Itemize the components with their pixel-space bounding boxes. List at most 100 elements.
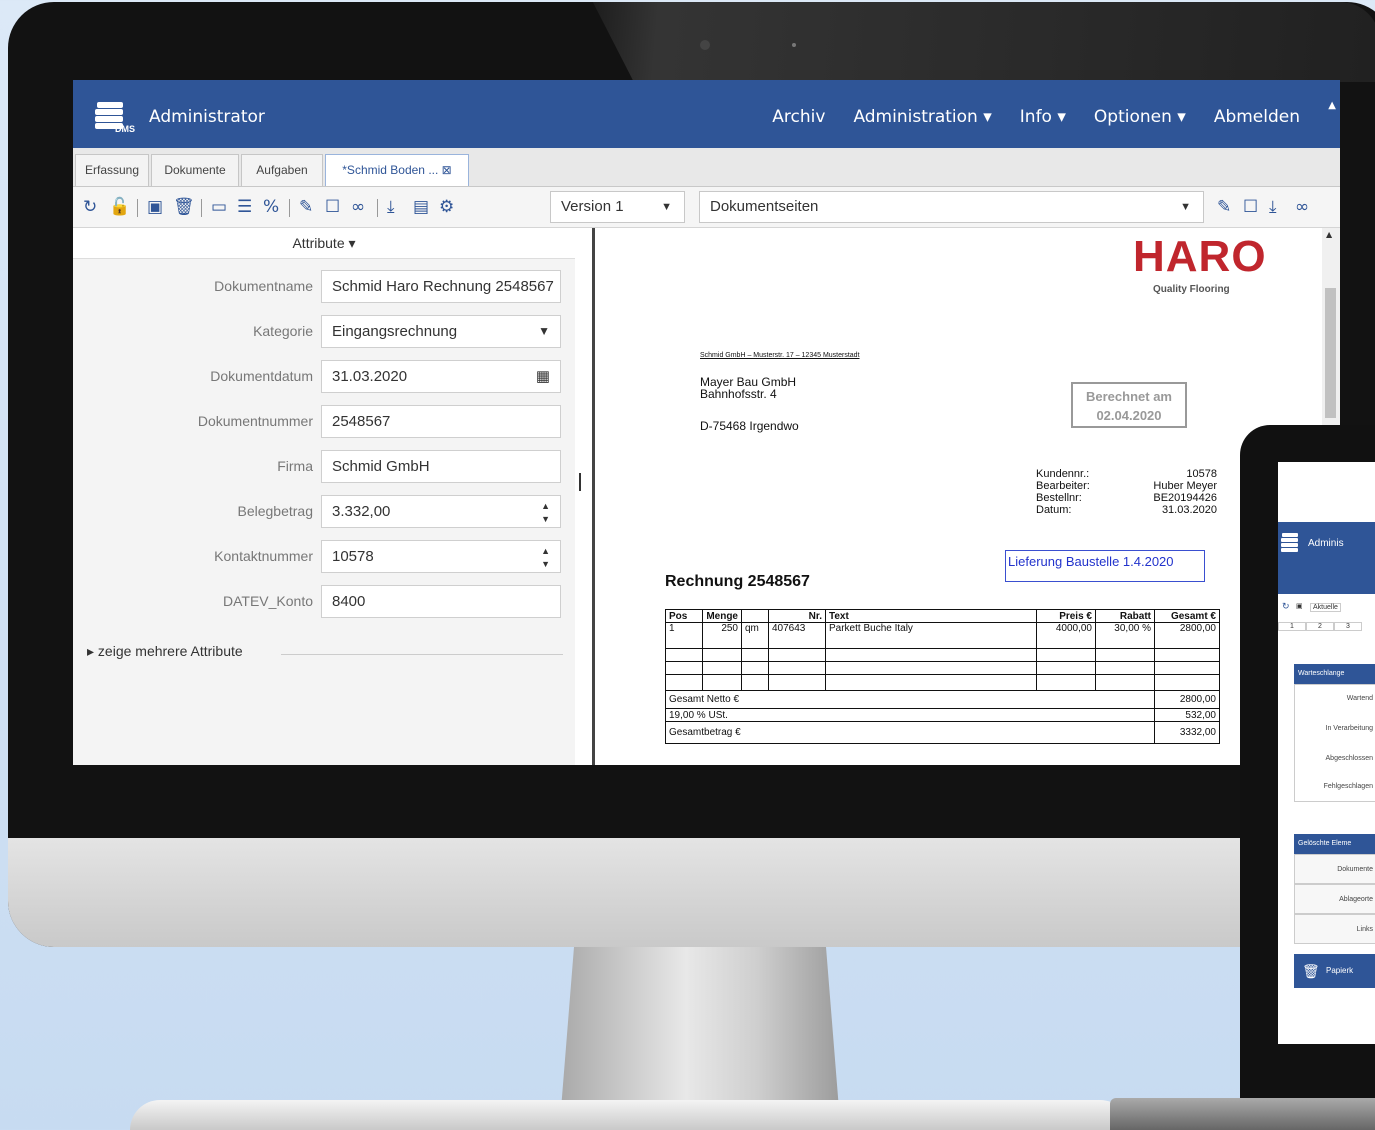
table-header — [741, 609, 769, 623]
meta-value: 31.03.2020 — [1161, 504, 1217, 516]
invoice-meta-labels: Kundennr.: Bearbeiter: Bestellnr: Datum: — [1036, 468, 1090, 516]
delete-icon[interactable]: 🗑 — [173, 197, 195, 217]
attach-icon[interactable]: ✎ — [299, 197, 313, 217]
bezel-reflection — [592, 2, 1375, 82]
deleted-group-header: Gelöschte Eleme — [1294, 834, 1375, 854]
settings-icon[interactable]: ⚙ — [439, 197, 454, 217]
nav-optionen[interactable]: Optionen ▾ — [1094, 107, 1186, 127]
haro-logo-subtitle: Quality Flooring — [1153, 284, 1230, 295]
table-row — [665, 674, 1220, 691]
tab-aufgaben[interactable]: Aufgaben — [241, 154, 323, 186]
meta-label: Bearbeiter: — [1036, 480, 1090, 492]
deleted-documents-row[interactable]: Dokumente — [1294, 854, 1375, 884]
document-viewer: HARO Quality Flooring Schmid GmbH – Must… — [592, 228, 1325, 765]
dokumentnummer-input[interactable]: 2548567 — [321, 405, 561, 438]
total-value: 532,00 — [1154, 708, 1220, 722]
firma-input[interactable]: Schmid GmbH — [321, 450, 561, 483]
attach-icon[interactable]: ✎ — [1217, 197, 1231, 217]
scroll-up-icon[interactable]: ▲ — [1326, 230, 1332, 239]
monitor-base — [130, 1100, 1130, 1130]
queue-item: Fehlgeschlagen — [1323, 783, 1373, 790]
version-select[interactable]: Version 1 ▼ — [550, 191, 685, 223]
note-icon[interactable]: ☐ — [1243, 197, 1258, 217]
save-icon[interactable]: ▣ — [1296, 602, 1303, 610]
table-header: Rabatt — [1095, 609, 1155, 623]
link-icon[interactable]: ∞ — [351, 197, 365, 217]
attributes-header[interactable]: Attribute ▾ — [73, 228, 575, 259]
invoice-meta-values: 10578 Huber Meyer BE20194426 31.03.2020 — [1125, 468, 1217, 516]
laptop-subbar — [1278, 568, 1375, 594]
top-navbar: DMS Administrator Archiv Administration … — [73, 80, 1340, 148]
nav-info[interactable]: Info ▾ — [1020, 107, 1066, 127]
tab-erfassung[interactable]: Erfassung — [75, 154, 149, 186]
delivery-note-annotation[interactable]: Lieferung Baustelle 1.4.2020 — [1005, 550, 1205, 582]
total-row: 19,00 % USt. 532,00 — [665, 708, 1220, 722]
stepper-icon[interactable]: ▲ ▼ — [541, 500, 550, 526]
svg-text:DMS: DMS — [115, 124, 135, 134]
scrollbar-thumb[interactable] — [1325, 288, 1336, 418]
table-cell: Parkett Buche Italy — [825, 622, 1037, 649]
trash-button[interactable]: 🗑 Papierk — [1294, 954, 1375, 988]
field-label: Dokumentdatum — [210, 368, 313, 384]
folder-icon[interactable]: ▭ — [211, 197, 227, 217]
splitter-handle[interactable] — [579, 473, 581, 491]
link-icon[interactable]: ∞ — [1295, 197, 1309, 217]
list-icon[interactable]: ☰ — [237, 197, 252, 217]
pages-select[interactable]: Dokumentseiten ▼ — [699, 191, 1204, 223]
show-more-attributes-link[interactable]: ▸ zeige mehrere Attribute — [87, 643, 243, 660]
kontaktnummer-input[interactable]: 10578 ▲ ▼ — [321, 540, 561, 573]
attributes-panel: Attribute ▾ Dokumentname Schmid Haro Rec… — [73, 228, 575, 765]
tab-bar: Erfassung Dokumente Aufgaben *Schmid Bod… — [73, 148, 1340, 187]
queue-group-header: Warteschlange — [1294, 664, 1375, 684]
meta-value: Huber Meyer — [1153, 480, 1217, 492]
nav-archiv[interactable]: Archiv — [772, 107, 825, 127]
app-screen: DMS Administrator Archiv Administration … — [73, 80, 1340, 765]
save-icon[interactable]: ▣ — [147, 197, 163, 217]
tab-schmid-boden[interactable]: *Schmid Boden ... ⊠ — [325, 154, 469, 186]
field-dokumentname: Dokumentname Schmid Haro Rechnung 254856… — [73, 270, 575, 304]
belegbetrag-input[interactable]: 3.332,00 ▲ ▼ — [321, 495, 561, 528]
table-cell: 250 — [702, 622, 742, 649]
field-datev-konto: DATEV_Konto 8400 — [73, 585, 575, 619]
nav-abmelden[interactable]: Abmelden — [1214, 107, 1300, 127]
queue-item: Abgeschlossen — [1325, 755, 1373, 762]
panel-splitter[interactable] — [575, 228, 593, 765]
calendar-icon[interactable]: ▦ — [536, 361, 550, 392]
field-label: Dokumentname — [214, 278, 313, 294]
total-row: Gesamt Netto € 2800,00 — [665, 690, 1220, 709]
meta-label: Datum: — [1036, 504, 1072, 516]
unlock-icon[interactable]: 🔓 — [109, 197, 130, 217]
document-toolbar: ↻ 🔓 ▣ 🗑 ▭ ☰ % ✎ ☐ ∞ ⤓ ▤ ⚙ Version 1 ▼ Do… — [73, 187, 1340, 228]
download-icon[interactable]: ⤓ — [387, 197, 395, 217]
deleted-locations-row[interactable]: Ablageorte — [1294, 884, 1375, 914]
nav-administration[interactable]: Administration ▾ — [853, 107, 991, 127]
total-label: Gesamtbetrag € — [665, 721, 1155, 744]
haro-logo: HARO — [1133, 232, 1267, 281]
refresh-icon[interactable]: ↻ — [1282, 601, 1290, 612]
export-icon[interactable]: ▤ — [413, 197, 429, 217]
table-header: Menge — [702, 609, 742, 623]
chevron-down-icon: ▼ — [538, 324, 550, 338]
tab-dokumente[interactable]: Dokumente — [151, 154, 239, 186]
page-button[interactable]: 3 — [1334, 622, 1362, 631]
kategorie-select[interactable]: Eingangsrechnung ▼ — [321, 315, 561, 348]
field-label: Belegbetrag — [237, 503, 313, 519]
datev-konto-input[interactable]: 8400 — [321, 585, 561, 618]
stepper-icon[interactable]: ▲ ▼ — [541, 545, 550, 571]
refresh-icon[interactable]: ↻ — [83, 197, 97, 217]
download-icon[interactable]: ⤓ — [1269, 197, 1277, 217]
laptop-toolbar-select[interactable]: Aktuelle — [1310, 603, 1341, 612]
percent-icon[interactable]: % — [263, 197, 279, 217]
note-icon[interactable]: ☐ — [325, 197, 340, 217]
meta-label: Kundennr.: — [1036, 468, 1090, 480]
page-button[interactable]: 2 — [1306, 622, 1334, 631]
queue-item: In Verarbeitung — [1325, 725, 1373, 732]
dokumentname-input[interactable]: Schmid Haro Rechnung 2548567 — [321, 270, 561, 303]
table-cell: qm — [741, 622, 769, 649]
light-sensor — [792, 43, 796, 47]
dokumentdatum-input[interactable]: 31.03.2020 ▦ — [321, 360, 561, 393]
deleted-links-row[interactable]: Links — [1294, 914, 1375, 944]
scroll-up-icon[interactable]: ▲ — [1328, 100, 1336, 111]
page-button[interactable]: 1 — [1278, 622, 1306, 631]
chevron-down-icon: ▼ — [1180, 201, 1191, 213]
